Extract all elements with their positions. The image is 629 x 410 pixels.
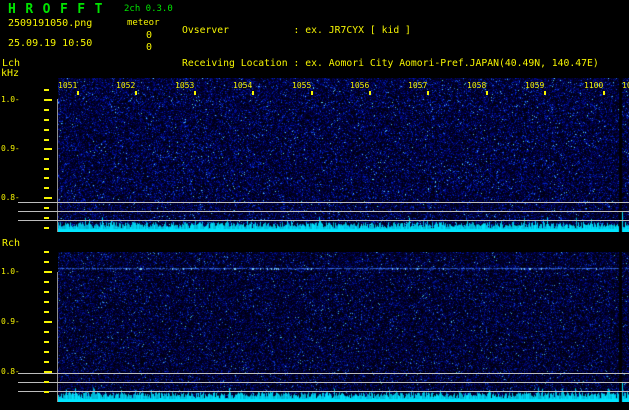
freq-minor-tick [44, 351, 49, 353]
rch-meteor-count: 0 [146, 42, 152, 53]
time-tick [252, 91, 254, 95]
mode-label: meteor [127, 18, 160, 28]
khz-unit-label: kHz [1, 68, 19, 79]
rch-baseline-3 [18, 391, 629, 392]
freq-minor-tick [44, 261, 49, 263]
timestamp: 25.09.19 10:50 [8, 38, 92, 49]
freq-label: 1.0- [1, 267, 19, 276]
freq-minor-tick [44, 301, 49, 303]
rch-baseline-1 [18, 373, 629, 374]
time-tick [135, 91, 137, 95]
freq-minor-tick [44, 331, 49, 333]
freq-minor-tick [44, 89, 49, 91]
time-tick [77, 91, 79, 95]
time-tick [369, 91, 371, 95]
receiving-location-line: Receiving Location : ex. Aomori City Aom… [182, 58, 628, 69]
freq-minor-tick [44, 227, 49, 229]
freq-major-tick [44, 271, 52, 273]
time-label-partial: 10 [622, 81, 629, 90]
observer-line: Ovserver : ex. JR7CYX [ kid ] [182, 25, 628, 36]
freq-label: 0.8- [1, 367, 19, 376]
freq-label: 0.9- [1, 317, 19, 326]
app-title: HROFFT [8, 2, 112, 17]
freq-major-tick [44, 321, 52, 323]
freq-minor-tick [44, 158, 49, 160]
freq-minor-tick [44, 341, 49, 343]
freq-minor-tick [44, 187, 49, 189]
time-label: 1055 [292, 81, 311, 90]
freq-minor-tick [44, 251, 49, 253]
freq-major-tick [44, 99, 52, 101]
time-label: 1053 [175, 81, 194, 90]
lch-baseline-1 [18, 202, 629, 203]
freq-major-tick [44, 197, 52, 199]
freq-major-tick [44, 371, 52, 373]
time-tick [486, 91, 488, 95]
time-label: 1100 [584, 81, 603, 90]
time-tick [544, 91, 546, 95]
freq-label: 0.8- [1, 193, 19, 202]
freq-label: 0.9- [1, 144, 19, 153]
freq-minor-tick [44, 391, 49, 393]
freq-minor-tick [44, 177, 49, 179]
freq-major-tick [44, 148, 52, 150]
freq-minor-tick [44, 207, 49, 209]
freq-minor-tick [44, 168, 49, 170]
lch-baseline-3 [18, 220, 629, 221]
time-label: 1051 [58, 81, 77, 90]
freq-minor-tick [44, 281, 49, 283]
time-label: 1054 [233, 81, 252, 90]
output-filename: 2509191050.png [8, 18, 92, 29]
lch-meteor-count: 0 [146, 30, 152, 41]
hrofft-window: HROFFT 2ch 0.3.0 meteor 2509191050.png 0… [0, 0, 629, 410]
time-tick [603, 91, 605, 95]
app-version: 2ch 0.3.0 [124, 4, 173, 14]
freq-minor-tick [44, 139, 49, 141]
freq-label: 1.0- [1, 95, 19, 104]
freq-minor-tick [44, 109, 49, 111]
freq-minor-tick [44, 217, 49, 219]
time-tick [311, 91, 313, 95]
freq-minor-tick [44, 119, 49, 121]
time-label: 1052 [116, 81, 135, 90]
lch-axis-line [57, 99, 58, 232]
rch-label: Rch [2, 238, 20, 249]
time-label: 1057 [408, 81, 427, 90]
rch-baseline-2 [18, 382, 629, 383]
rch-spectrogram-canvas [58, 252, 629, 402]
time-tick [427, 91, 429, 95]
time-label: 1056 [350, 81, 369, 90]
freq-minor-tick [44, 361, 49, 363]
time-label: 1059 [525, 81, 544, 90]
freq-minor-tick [44, 129, 49, 131]
time-label: 1058 [467, 81, 486, 90]
freq-minor-tick [44, 311, 49, 313]
lch-baseline-2 [18, 211, 629, 212]
time-tick [194, 91, 196, 95]
lch-spectrogram-canvas [58, 78, 629, 232]
freq-minor-tick [44, 291, 49, 293]
freq-minor-tick [44, 381, 49, 383]
